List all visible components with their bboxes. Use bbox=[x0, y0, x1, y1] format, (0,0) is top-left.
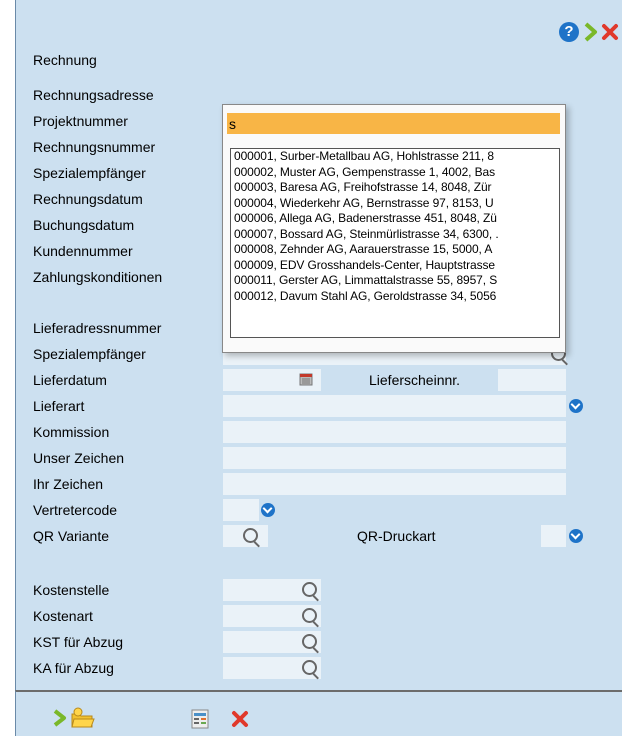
label-lieferadressnummer: Lieferadressnummer bbox=[33, 320, 162, 336]
kommission-field[interactable] bbox=[223, 421, 566, 443]
label-spezialempfaenger-2: Spezialempfänger bbox=[33, 346, 146, 362]
label-rechnungsadresse: Rechnungsadresse bbox=[33, 87, 154, 103]
list-item[interactable]: 000004, Wiederkehr AG, Bernstrasse 97, 8… bbox=[231, 196, 559, 212]
list-item[interactable]: 000002, Muster AG, Gempenstrasse 1, 4002… bbox=[231, 165, 559, 181]
lookup-results-list[interactable]: 000001, Surber-Metallbau AG, Hohlstrasse… bbox=[230, 148, 560, 338]
label-qr-variante: QR Variante bbox=[33, 528, 109, 544]
list-item[interactable]: 000006, Allega AG, Badenerstrasse 451, 8… bbox=[231, 211, 559, 227]
next-arrow-icon[interactable] bbox=[583, 21, 599, 43]
footer-toolbar bbox=[15, 690, 622, 736]
list-item[interactable]: 000001, Surber-Metallbau AG, Hohlstrasse… bbox=[231, 149, 559, 165]
label-rechnung: Rechnung bbox=[33, 52, 97, 68]
label-spezialempfaenger: Spezialempfänger bbox=[33, 165, 146, 181]
vertretercode-select[interactable] bbox=[223, 499, 259, 521]
label-kostenstelle: Kostenstelle bbox=[33, 582, 110, 598]
document-list-icon[interactable] bbox=[191, 709, 209, 729]
list-item[interactable]: 000009, EDV Grosshandels-Center, Hauptst… bbox=[231, 258, 559, 274]
label-unser-zeichen: Unser Zeichen bbox=[33, 450, 125, 466]
label-ka-abzug: KA für Abzug bbox=[33, 660, 114, 676]
kostenart-search-icon[interactable] bbox=[302, 608, 317, 623]
list-item[interactable]: 000008, Zehnder AG, Aarauerstrasse 15, 5… bbox=[231, 242, 559, 258]
label-ihr-zeichen: Ihr Zeichen bbox=[33, 476, 104, 492]
projekt-lookup-popup: 000001, Surber-Metallbau AG, Hohlstrasse… bbox=[222, 104, 566, 353]
label-kundennummer: Kundennummer bbox=[33, 243, 133, 259]
list-item[interactable]: 000011, Gerster AG, Limmattalstrasse 55,… bbox=[231, 273, 559, 289]
ihr-zeichen-field[interactable] bbox=[223, 473, 566, 495]
label-projektnummer: Projektnummer bbox=[33, 113, 128, 129]
close-icon[interactable] bbox=[231, 710, 249, 728]
list-item[interactable]: 000012, Davum Stahl AG, Geroldstrasse 34… bbox=[231, 289, 559, 305]
vertretercode-dropdown-icon[interactable] bbox=[261, 503, 275, 517]
kostenstelle-search-icon[interactable] bbox=[302, 582, 317, 597]
lieferscheinnr-field[interactable] bbox=[498, 369, 566, 391]
kst-abzug-search-icon[interactable] bbox=[302, 634, 317, 649]
lookup-search-input[interactable] bbox=[227, 113, 560, 134]
lieferart-dropdown-icon[interactable] bbox=[569, 399, 583, 413]
help-icon[interactable]: ? bbox=[559, 22, 579, 42]
label-kommission: Kommission bbox=[33, 424, 110, 440]
forward-arrow-icon[interactable] bbox=[52, 708, 68, 728]
label-rechnungsdatum: Rechnungsdatum bbox=[33, 191, 143, 207]
invoice-window: ? Rechnung Rechnungsadresse Projektnumme… bbox=[0, 0, 622, 736]
label-kostenart: Kostenart bbox=[33, 608, 93, 624]
label-lieferart: Lieferart bbox=[33, 398, 85, 414]
close-icon[interactable] bbox=[601, 23, 619, 41]
label-qr-druckart: QR-Druckart bbox=[357, 528, 436, 544]
label-lieferscheinnr: Lieferscheinnr. bbox=[369, 372, 461, 388]
qr-variante-search-icon[interactable] bbox=[243, 528, 258, 543]
folder-icon[interactable] bbox=[68, 706, 96, 730]
list-item[interactable]: 000007, Bossard AG, Steinmürlistrasse 34… bbox=[231, 227, 559, 243]
calendar-icon[interactable] bbox=[299, 372, 313, 386]
qr-druckart-dropdown-icon[interactable] bbox=[569, 529, 583, 543]
label-lieferdatum: Lieferdatum bbox=[33, 372, 107, 388]
qr-druckart-select[interactable] bbox=[541, 525, 566, 547]
label-vertretercode: Vertretercode bbox=[33, 502, 118, 518]
list-item[interactable]: 000003, Baresa AG, Freihofstrasse 14, 80… bbox=[231, 180, 559, 196]
label-rechnungsnummer: Rechnungsnummer bbox=[33, 139, 156, 155]
label-kst-abzug: KST für Abzug bbox=[33, 634, 124, 650]
lieferart-select[interactable] bbox=[223, 395, 566, 417]
label-buchungsdatum: Buchungsdatum bbox=[33, 217, 135, 233]
ka-abzug-search-icon[interactable] bbox=[302, 660, 317, 675]
label-zahlungskonditionen: Zahlungskonditionen bbox=[33, 269, 163, 285]
unser-zeichen-field[interactable] bbox=[223, 447, 566, 469]
